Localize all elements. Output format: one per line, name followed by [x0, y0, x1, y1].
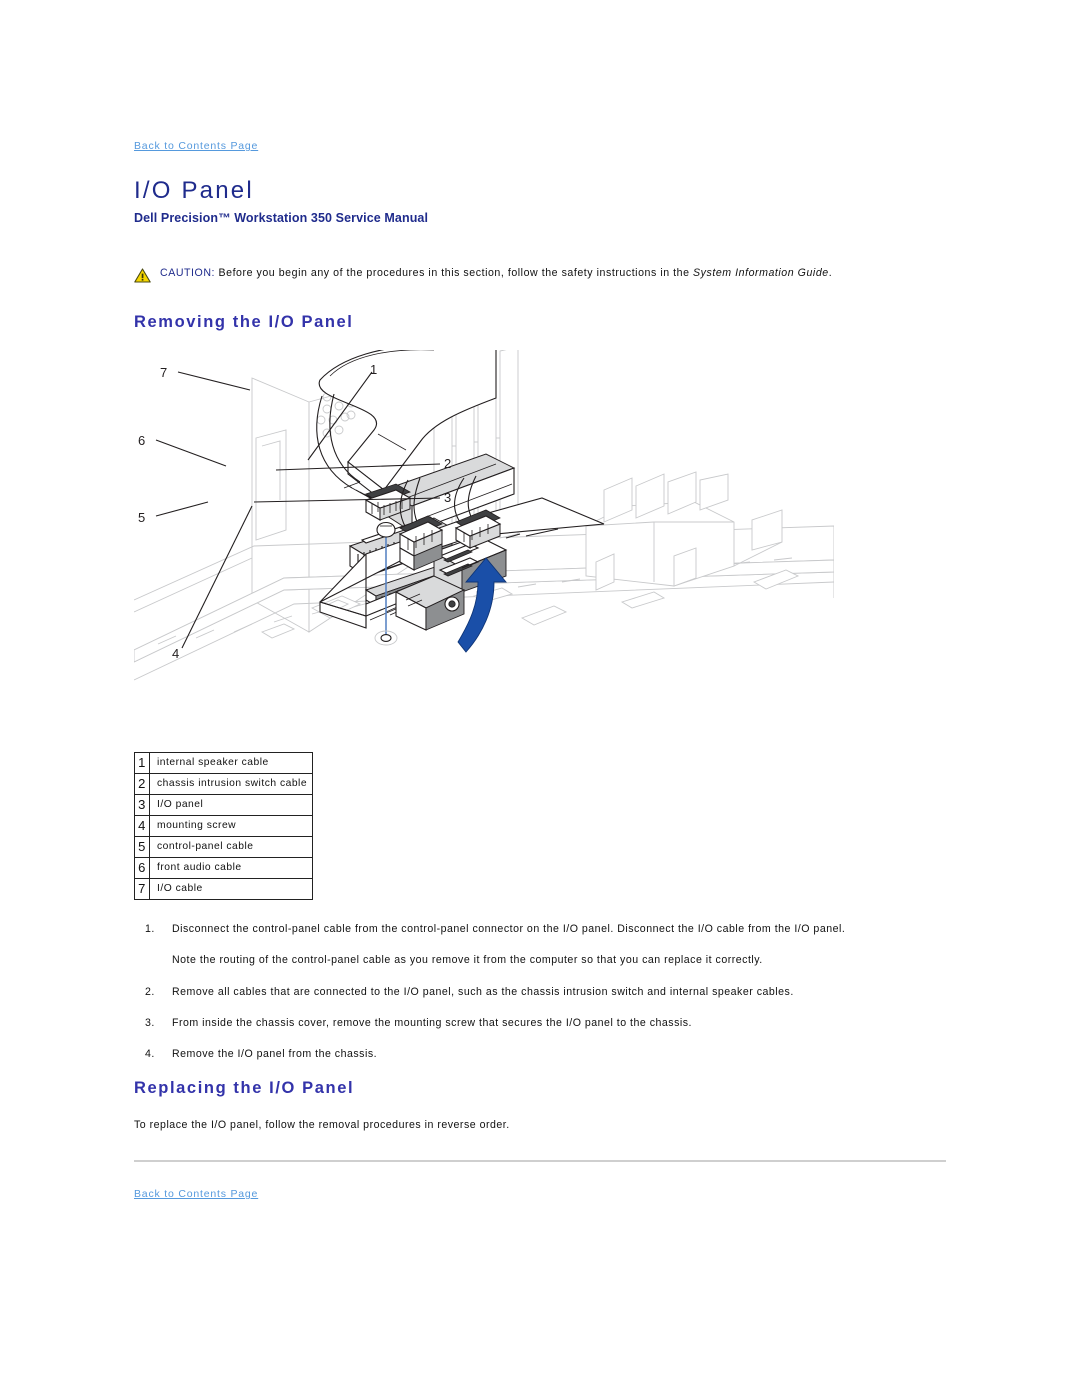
removal-steps-list: 1. Disconnect the control-panel cable fr… [134, 922, 964, 936]
list-item: 4. Remove the I/O panel from the chassis… [134, 1047, 964, 1061]
callout-1: 1 [370, 362, 377, 377]
legend-label: front audio cable [148, 857, 314, 880]
table-row: 5 control-panel cable [134, 836, 314, 859]
page-title: I/O Panel [134, 177, 254, 204]
figure-legend-table: 1 internal speaker cable 2 chassis intru… [134, 752, 314, 901]
table-row: 2 chassis intrusion switch cable [134, 773, 314, 796]
step-marker: 3. [145, 1017, 155, 1030]
table-row: 4 mounting screw [134, 815, 314, 838]
callout-2: 2 [444, 456, 451, 471]
caution-text-after: . [828, 267, 833, 280]
legend-body: 1 internal speaker cable 2 chassis intru… [134, 752, 314, 901]
step-text: Remove all cables that are connected to … [172, 985, 794, 998]
step-text: From inside the chassis cover, remove th… [172, 1017, 692, 1030]
legend-label: internal speaker cable [148, 752, 314, 775]
caution-text-before: Before you begin any of the procedures i… [215, 267, 694, 280]
legend-label: I/O panel [148, 794, 314, 817]
replacing-body-text: To replace the I/O panel, follow the rem… [134, 1118, 510, 1131]
step-marker: 2. [145, 985, 155, 998]
table-row: 7 I/O cable [134, 878, 314, 901]
step-marker: 1. [145, 923, 155, 936]
table-row: 6 front audio cable [134, 857, 314, 880]
step-text: Disconnect the control-panel cable from … [172, 923, 846, 936]
list-item: 2. Remove all cables that are connected … [134, 985, 964, 999]
legend-label: I/O cable [148, 878, 314, 901]
legend-number: 2 [134, 773, 150, 796]
legend-label: chassis intrusion switch cable [148, 773, 314, 796]
io-panel-illustration: .ln { fill:none; stroke:#231f20; stroke-… [134, 350, 834, 681]
removal-steps-list-continued: 2. Remove all cables that are connected … [134, 985, 964, 1062]
legend-number: 1 [134, 752, 150, 775]
table-row: 3 I/O panel [134, 794, 314, 817]
caution-label: CAUTION: [160, 267, 216, 280]
legend-number: 4 [134, 815, 150, 838]
legend-label: mounting screw [148, 815, 314, 838]
step-marker: 4. [145, 1048, 155, 1061]
removing-section-heading: Removing the I/O Panel [134, 313, 354, 332]
callout-3: 3 [444, 490, 451, 505]
legend-number: 5 [134, 836, 150, 859]
step-text: Remove the I/O panel from the chassis. [172, 1048, 378, 1061]
warning-triangle-icon [134, 268, 151, 288]
io-panel-figure: .ln { fill:none; stroke:#231f20; stroke-… [134, 350, 834, 700]
footer-link-container: Back to Contents Page [134, 1184, 964, 1202]
caution-guide-title: System Information Guide [693, 267, 829, 280]
back-to-contents-link-top[interactable]: Back to Contents Page [134, 140, 258, 152]
callout-5: 5 [138, 510, 145, 525]
legend-number: 3 [134, 794, 150, 817]
callout-4: 4 [172, 646, 179, 661]
legend-number: 7 [134, 878, 150, 901]
list-item: 1. Disconnect the control-panel cable fr… [134, 922, 964, 936]
callout-7: 7 [160, 365, 167, 380]
document-content: Back to Contents Page I/O Panel Dell Pre… [134, 136, 964, 1202]
manual-subtitle: Dell Precision™ Workstation 350 Service … [134, 211, 429, 226]
back-to-contents-link-bottom[interactable]: Back to Contents Page [134, 1188, 258, 1200]
callout-6: 6 [138, 433, 145, 448]
legend-label: control-panel cable [148, 836, 314, 859]
step-note-paragraph: Note the routing of the control-panel ca… [172, 954, 763, 967]
footer-divider [134, 1159, 946, 1162]
table-row: 1 internal speaker cable [134, 752, 314, 775]
caution-text: CAUTION: Before you begin any of the pro… [160, 267, 832, 281]
caution-notice: CAUTION: Before you begin any of the pro… [134, 267, 964, 288]
document-page: Back to Contents Page I/O Panel Dell Pre… [0, 0, 1080, 1397]
list-item: 3. From inside the chassis cover, remove… [134, 1016, 964, 1030]
replacing-section-heading: Replacing the I/O Panel [134, 1078, 355, 1097]
legend-number: 6 [134, 857, 150, 880]
